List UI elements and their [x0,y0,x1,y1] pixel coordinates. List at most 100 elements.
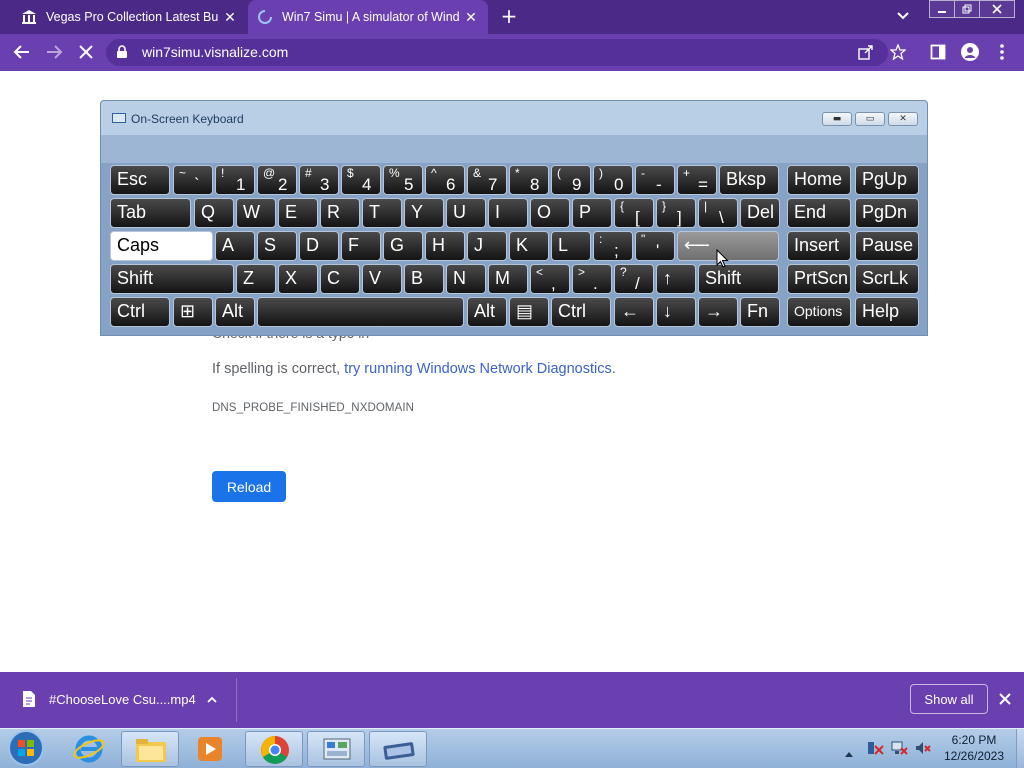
key--[interactable]: ? / [614,264,654,294]
key-esc[interactable]: Esc [110,165,170,195]
key-r[interactable]: R [320,198,360,228]
key-tab[interactable]: Tab [110,198,191,228]
key-p[interactable]: P [572,198,612,228]
key-bksp[interactable]: Bksp [719,165,779,195]
key-end[interactable]: End [787,198,851,228]
key-prtscn[interactable]: PrtScn [787,264,851,294]
key--[interactable]: <, [530,264,570,294]
key-pause[interactable]: Pause [855,231,919,261]
download-filename[interactable]: #ChooseLove Csu....mp4 [49,692,196,707]
osk-taskbar-button[interactable] [369,731,427,767]
key-alt[interactable]: Alt [467,297,507,327]
key--[interactable]: {[ [614,198,654,228]
osk-restore-button[interactable]: ▭ [855,112,885,126]
volume-muted-icon[interactable] [914,740,932,756]
network-diagnostics-link[interactable]: try running Windows Network Diagnostics [344,361,612,377]
key-del[interactable]: Del [740,198,780,228]
tab-win7simu[interactable]: Win7 Simu | A simulator of Windo ✕ [248,0,488,34]
close-window-button[interactable] [979,0,1015,18]
key--[interactable]: " ' [635,231,675,261]
key--[interactable]: | \ [698,198,738,228]
key-insert[interactable]: Insert [787,231,851,261]
close-icon[interactable]: ✕ [460,6,482,28]
key-z[interactable]: Z [236,264,276,294]
key--[interactable]: ↑ [656,264,696,294]
osk-minimize-button[interactable]: ▬ [822,112,852,126]
forward-arrow-icon[interactable] [42,40,66,64]
key-a[interactable]: A [215,231,255,261]
key-c[interactable]: C [320,264,360,294]
media-player-icon[interactable] [194,733,228,765]
key-3[interactable]: #3 [299,165,339,195]
bookmark-star-icon[interactable] [886,40,910,64]
tab-vegas-pro[interactable]: Vegas Pro Collection Latest Build ✕ [12,0,247,34]
key-e[interactable]: E [278,198,318,228]
key-7[interactable]: & 7 [467,165,507,195]
key-options[interactable]: Options [787,297,851,327]
key--[interactable]: ↓ [656,297,696,327]
key-m[interactable]: M [488,264,528,294]
key-i[interactable]: I [488,198,528,228]
key-j[interactable]: J [467,231,507,261]
minimize-button[interactable] [929,0,955,18]
key--[interactable]: >. [572,264,612,294]
reload-button[interactable]: Reload [212,471,286,502]
on-screen-keyboard-window[interactable]: On-Screen Keyboard ▬ ▭ ✕ Esc ~ `! 1 @2 #3 $4% 5… [100,100,928,336]
close-icon[interactable]: ✕ [219,6,241,28]
key-h[interactable]: H [425,231,465,261]
profile-avatar-icon[interactable] [958,40,982,64]
close-download-bar-icon[interactable] [998,691,1014,707]
key-shift[interactable]: Shift [698,264,779,294]
key-d[interactable]: D [299,231,339,261]
key-home[interactable]: Home [787,165,851,195]
key--[interactable]: :; [593,231,633,261]
key--[interactable]: -- [635,165,675,195]
new-tab-button[interactable]: + [498,6,520,28]
key--[interactable]: ~ ` [173,165,213,195]
key-s[interactable]: S [257,231,297,261]
key-help[interactable]: Help [855,297,919,327]
key-q[interactable]: Q [194,198,234,228]
key-w[interactable]: W [236,198,276,228]
chrome-taskbar-button[interactable] [245,731,303,767]
key-scrlk[interactable]: ScrLk [855,264,919,294]
show-hidden-icons-icon[interactable] [844,743,856,757]
key-9[interactable]: (9 [551,165,591,195]
key-8[interactable]: * 8 [509,165,549,195]
taskbar-clock[interactable]: 6:20 PM 12/26/2023 [934,732,1014,764]
restore-button[interactable] [954,0,980,18]
key-l[interactable]: L [551,231,591,261]
action-center-icon[interactable] [866,740,884,756]
key-shift[interactable]: Shift [110,264,234,294]
key-n[interactable]: N [446,264,486,294]
key-fn[interactable]: Fn [740,297,780,327]
chevron-up-icon[interactable] [205,692,221,708]
key-caps[interactable]: Caps [110,231,213,261]
stop-loading-icon[interactable] [74,40,98,64]
key-ctrl[interactable]: Ctrl [110,297,170,327]
show-desktop-button[interactable] [1016,729,1024,768]
key-ctrl[interactable]: Ctrl [551,297,611,327]
key-5[interactable]: % 5 [383,165,423,195]
key--[interactable]: ⊞ [173,297,213,327]
key-y[interactable]: Y [404,198,444,228]
lock-icon[interactable] [114,40,130,64]
key-f[interactable]: F [341,231,381,261]
key-g[interactable]: G [383,231,423,261]
tab-search-icon[interactable] [896,8,914,26]
key-4[interactable]: $4 [341,165,381,195]
key--[interactable]: + = [677,165,717,195]
share-icon[interactable] [854,40,878,64]
key-b[interactable]: B [404,264,444,294]
control-panel-taskbar-button[interactable] [307,731,365,767]
key-2[interactable]: @2 [257,165,297,195]
side-panel-icon[interactable] [926,40,950,64]
start-orb-icon[interactable] [6,729,46,767]
key--[interactable]: ▤ [509,297,549,327]
key-v[interactable]: V [362,264,402,294]
key-t[interactable]: T [362,198,402,228]
key-0[interactable]: ) 0 [593,165,633,195]
menu-kebab-icon[interactable] [990,40,1014,64]
network-icon[interactable] [890,740,908,756]
key--[interactable]: ← [614,297,654,327]
